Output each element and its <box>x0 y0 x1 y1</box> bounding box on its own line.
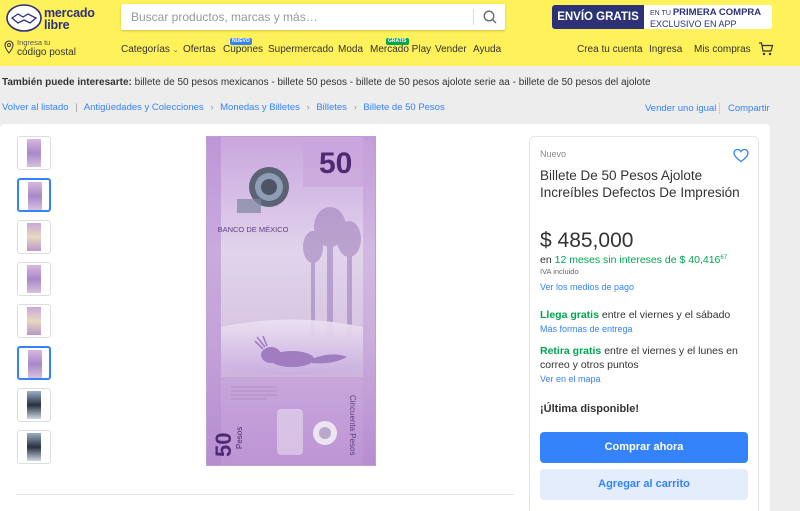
handshake-logo-icon <box>6 4 42 32</box>
nav-categories[interactable]: Categorías ⌄ <box>121 44 179 55</box>
nav-fashion[interactable]: Moda <box>338 44 363 55</box>
location-pin-icon <box>4 40 14 54</box>
nav-create-account[interactable]: Crea tu cuenta <box>577 44 643 55</box>
nav-sell[interactable]: Vender <box>435 44 467 55</box>
shipping-free-label: Llega gratis <box>540 309 599 321</box>
more-delivery-options-link[interactable]: Más formas de entrega <box>540 324 633 334</box>
thumbnail-7[interactable] <box>17 388 51 422</box>
nav-help[interactable]: Ayuda <box>473 44 501 55</box>
location-main-label: código postal <box>17 47 76 58</box>
breadcrumb: Volver al listado | Antigüedades y Colec… <box>2 102 445 113</box>
play-free-badge: GRATIS <box>386 38 409 45</box>
thumbnail-image <box>27 265 41 293</box>
stock-status: ¡Última disponible! <box>540 403 639 415</box>
share-link[interactable]: Compartir <box>728 103 770 114</box>
product-main-image[interactable]: 50 BANCO DE MÉXICO Cincuenta Pesos 50 Pe… <box>206 136 376 466</box>
related-label: También puede interesarte: <box>2 77 132 88</box>
buy-now-button[interactable]: Comprar ahora <box>540 432 748 463</box>
chevron-right-icon: › <box>306 102 310 113</box>
pickup-info: Retira gratis entre el viernes y el lune… <box>540 344 755 372</box>
breadcrumb-right-divider <box>719 103 720 114</box>
back-to-list-link[interactable]: Volver al listado <box>2 102 69 113</box>
thumbnail-6[interactable] <box>17 346 51 380</box>
condition-label: Nuevo <box>540 149 567 159</box>
breadcrumb-item[interactable]: Billetes <box>316 102 347 113</box>
installments-amount: 12 meses sin intereses de $ 40,416 <box>554 254 721 266</box>
thumbnail-1[interactable] <box>17 136 51 170</box>
thumbnail-image <box>27 307 41 335</box>
coupons-new-badge: NUEVO <box>230 38 252 45</box>
thumbnail-image <box>28 350 42 378</box>
breadcrumb-item[interactable]: Antigüedades y Colecciones <box>84 102 204 113</box>
promo-line1-prefix: EN TU <box>650 10 673 17</box>
thumbnail-image <box>27 391 41 419</box>
thumbnail-8[interactable] <box>17 430 51 464</box>
mercadolibre-logo[interactable]: mercado libre <box>6 4 116 34</box>
promo-line2: EXCLUSIVO EN APP <box>650 19 737 29</box>
search-divider <box>473 9 474 25</box>
breadcrumb-separator: | <box>75 102 78 113</box>
note-side-text: Cincuenta Pesos <box>348 395 357 456</box>
heart-icon[interactable] <box>733 148 749 163</box>
related-items[interactable]: billete de 50 pesos mexicanos - billete … <box>135 77 651 88</box>
location-small-label: Ingresa tu <box>17 38 51 47</box>
chevron-right-icon: › <box>210 102 214 113</box>
search-icon[interactable] <box>482 9 498 25</box>
sell-same-link[interactable]: Vender uno igual <box>645 103 716 114</box>
thumbnail-image <box>27 223 41 251</box>
thumbnail-image <box>28 182 42 210</box>
promo-free-shipping: ENVÍO GRATIS <box>552 5 644 29</box>
nav-mercado-play-label: Mercado Play <box>370 44 432 55</box>
cart-icon[interactable] <box>758 42 774 56</box>
shipping-dates: entre el viernes y el sábado <box>598 309 731 321</box>
payment-methods-link[interactable]: Ver los medios de pago <box>540 282 634 292</box>
thumbnail-4[interactable] <box>17 262 51 296</box>
note-denomination: 50 <box>319 147 353 180</box>
logo-text-line2: libre <box>44 18 70 32</box>
thumbnail-2[interactable] <box>17 178 51 212</box>
thumbnail-5[interactable] <box>17 304 51 338</box>
view-map-link[interactable]: Ver en el mapa <box>540 374 601 384</box>
nav-coupons[interactable]: NUEVO Cupones <box>223 38 264 55</box>
shipping-info: Llega gratis entre el viernes y el sábad… <box>540 308 755 322</box>
pickup-free-label: Retira gratis <box>540 345 602 357</box>
thumbnail-image <box>27 139 41 167</box>
nav-categories-label: Categorías <box>121 44 170 55</box>
thumbnail-3[interactable] <box>17 220 51 254</box>
breadcrumb-item[interactable]: Monedas y Billetes <box>220 102 300 113</box>
nav-coupons-label: Cupones <box>223 44 264 55</box>
thumbnail-image <box>27 433 41 461</box>
postal-code-selector[interactable]: Ingresa tu código postal <box>4 38 104 60</box>
buy-box: Nuevo Billete De 50 Pesos Ajolote Increí… <box>529 136 759 511</box>
installments-cents: 67 <box>720 255 728 261</box>
nav-supermarket[interactable]: Supermercado <box>268 44 334 55</box>
nav-mercado-play[interactable]: GRATIS Mercado Play <box>370 38 432 55</box>
chevron-right-icon: › <box>353 102 357 113</box>
breadcrumb-item[interactable]: Billete de 50 Pesos <box>363 102 444 113</box>
gallery-divider <box>16 494 514 495</box>
installments-info: en 12 meses sin intereses de $ 40,41667 <box>540 254 727 266</box>
note-bottom-denomination: 50 <box>211 432 236 457</box>
nav-login[interactable]: Ingresa <box>649 44 682 55</box>
promo-line1-bold: PRIMERA COMPRA <box>672 7 762 18</box>
note-bank-name: BANCO DE MÉXICO <box>217 225 289 234</box>
chevron-down-icon: ⌄ <box>172 47 179 54</box>
installments-prefix: en <box>540 254 555 266</box>
related-searches: También puede interesarte: billete de 50… <box>2 77 651 88</box>
product-price: $ 485,000 <box>540 229 634 252</box>
nav-offers[interactable]: Ofertas <box>183 44 216 55</box>
search-placeholder: Buscar productos, marcas y más… <box>131 10 318 24</box>
nav-my-purchases[interactable]: Mis compras <box>694 44 751 55</box>
add-to-cart-button[interactable]: Agregar al carrito <box>540 469 748 500</box>
search-input[interactable]: Buscar productos, marcas y más… <box>121 4 505 30</box>
product-title: Billete De 50 Pesos Ajolote Increíbles D… <box>540 168 740 200</box>
free-shipping-promo-banner[interactable]: ENVÍO GRATIS EN TU PRIMERA COMPRA EXCLUS… <box>552 5 772 29</box>
note-bottom-word: Pesos <box>235 426 244 449</box>
iva-note: IVA incluido <box>540 267 579 276</box>
top-header: mercado libre Buscar productos, marcas y… <box>0 0 800 66</box>
